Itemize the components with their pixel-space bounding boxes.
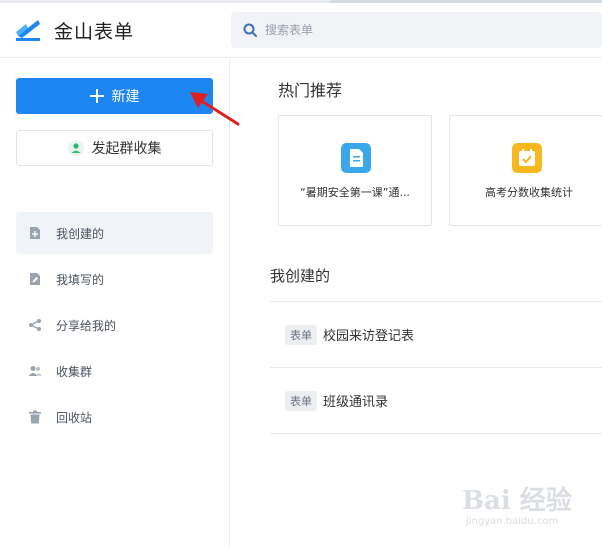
share-icon bbox=[29, 319, 41, 331]
search-box[interactable] bbox=[231, 12, 602, 48]
list-item[interactable]: 表单 校园来访登记表 bbox=[270, 302, 602, 368]
form-type-badge: 表单 bbox=[285, 324, 317, 345]
calendar-check-icon bbox=[512, 143, 542, 173]
my-forms-list: 表单 校园来访登记表 表单 班级通讯录 bbox=[270, 301, 602, 434]
app-brand-title: 金山表单 bbox=[54, 21, 135, 43]
template-card-title: “暑期安全第一课”通... bbox=[300, 186, 410, 199]
form-type-badge: 表单 bbox=[285, 390, 317, 411]
document-icon bbox=[341, 143, 371, 173]
search-icon bbox=[243, 23, 257, 37]
trash-icon bbox=[29, 410, 41, 424]
user-icon bbox=[67, 140, 84, 156]
sidebar-item-my-filled[interactable]: 我填写的 bbox=[16, 258, 213, 300]
annotation-arrow-icon bbox=[190, 92, 240, 126]
form-name: 校园来访登记表 bbox=[323, 329, 415, 344]
sidebar-item-recycle-bin[interactable]: 回收站 bbox=[16, 396, 213, 438]
sidebar-nav: 我创建的 我填写的 分享给我的 收集群 回收站 bbox=[16, 212, 213, 442]
form-name: 班级通讯录 bbox=[323, 395, 389, 410]
template-card[interactable]: 高考分数收集统计 bbox=[449, 115, 602, 226]
app-header: 金山表单 bbox=[0, 3, 602, 58]
sidebar-item-my-created[interactable]: 我创建的 bbox=[16, 212, 213, 254]
main-content: 热门推荐 “暑期安全第一课”通... 高考分数收集统计 我创建的 表单 校园来访… bbox=[231, 59, 602, 547]
sidebar-item-shared-with-me[interactable]: 分享给我的 bbox=[16, 304, 213, 346]
form-add-icon bbox=[30, 227, 40, 239]
template-card-title: 高考分数收集统计 bbox=[485, 186, 573, 199]
sidebar-item-label: 回收站 bbox=[56, 410, 93, 425]
sidebar-item-collect-groups[interactable]: 收集群 bbox=[16, 350, 213, 392]
sidebar: 新建 发起群收集 我创建的 我填写的 分享给我的 收集群 回收站 bbox=[0, 59, 230, 547]
hot-recommend-title: 热门推荐 bbox=[278, 81, 343, 100]
start-group-collect-label: 发起群收集 bbox=[91, 141, 162, 157]
watermark-text: Bai 经验 bbox=[462, 486, 572, 516]
group-icon bbox=[28, 366, 42, 376]
my-created-title: 我创建的 bbox=[270, 267, 331, 285]
app-logo-icon[interactable] bbox=[16, 18, 42, 42]
sidebar-item-label: 分享给我的 bbox=[56, 318, 117, 333]
plus-icon bbox=[89, 89, 104, 103]
edit-form-icon bbox=[30, 273, 40, 285]
start-group-collect-button[interactable]: 发起群收集 bbox=[16, 130, 213, 166]
sidebar-item-label: 收集群 bbox=[56, 364, 93, 379]
watermark-subtext: jingyan.baidu.com bbox=[466, 516, 559, 527]
template-card[interactable]: “暑期安全第一课”通... bbox=[278, 115, 432, 226]
sidebar-item-label: 我填写的 bbox=[56, 272, 105, 287]
search-input[interactable] bbox=[265, 20, 585, 40]
sidebar-item-label: 我创建的 bbox=[56, 226, 105, 241]
new-form-button[interactable]: 新建 bbox=[16, 78, 213, 114]
baidu-watermark: Bai 经验 jingyan.baidu.com bbox=[462, 480, 592, 540]
new-form-label: 新建 bbox=[111, 89, 140, 105]
list-item[interactable]: 表单 班级通讯录 bbox=[270, 368, 602, 434]
